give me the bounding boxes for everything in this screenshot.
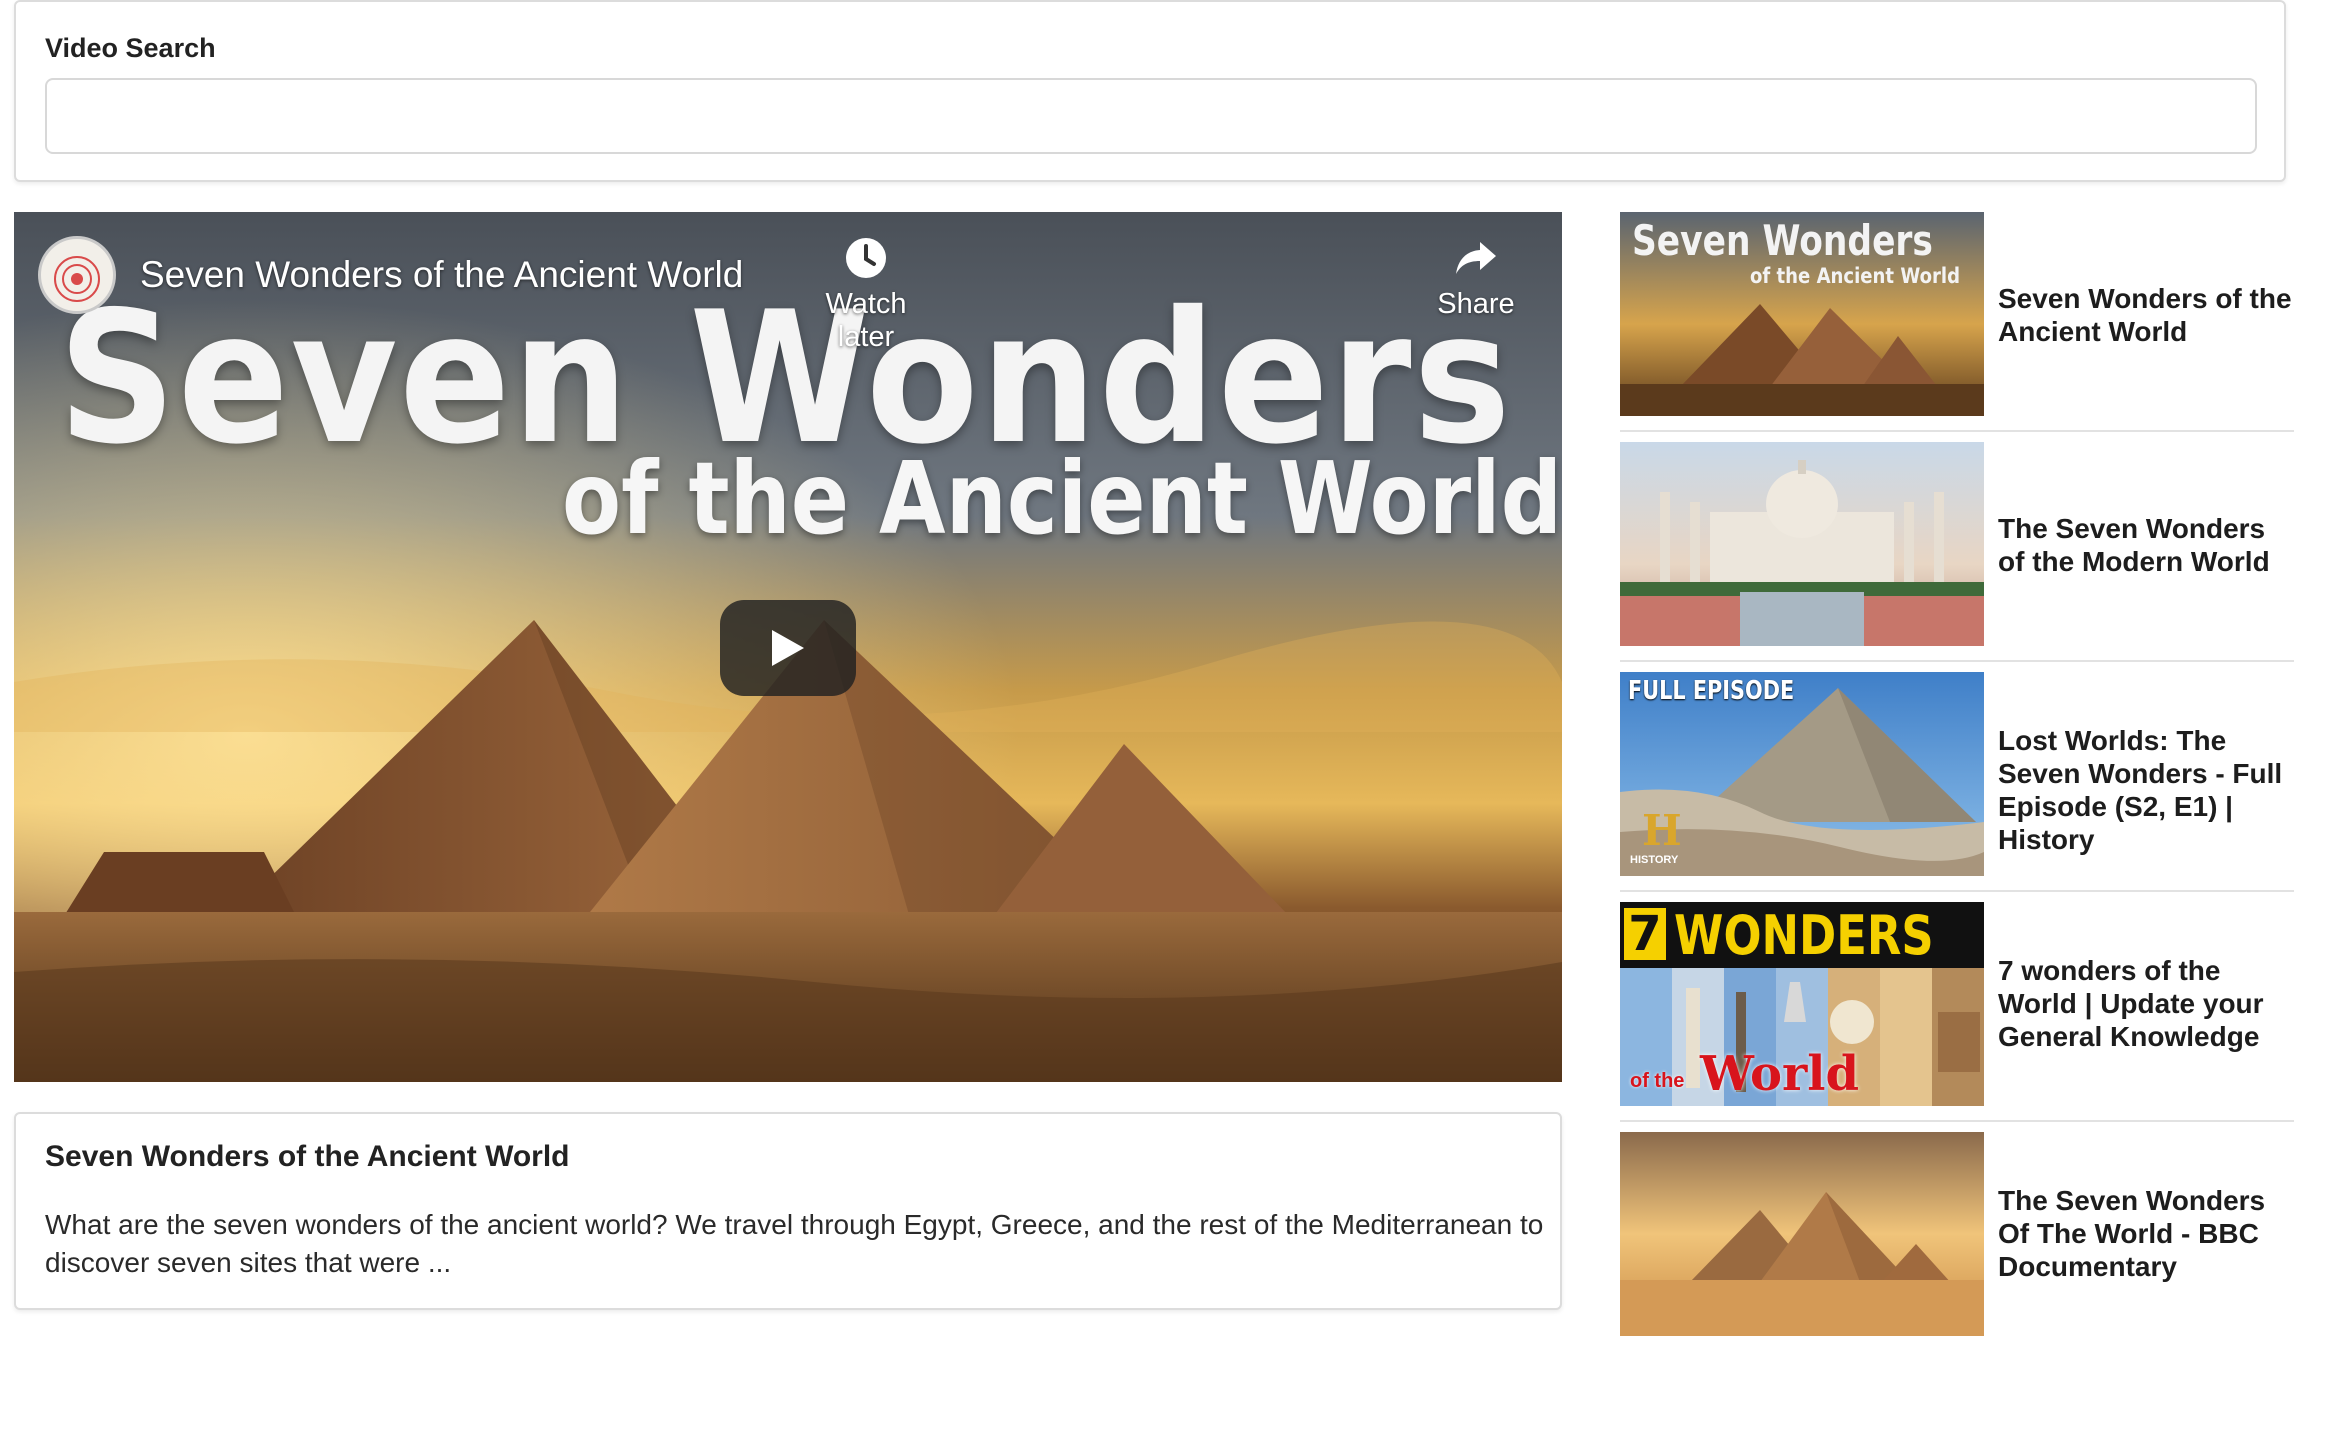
player-video-title[interactable]: Seven Wonders of the Ancient World: [140, 254, 743, 296]
share-arrow-icon: [1456, 242, 1496, 274]
play-button[interactable]: [720, 600, 856, 696]
history-logo: H: [1642, 806, 1682, 855]
video-list-item[interactable]: The Seven Wonders of the Modern World: [1620, 442, 2294, 672]
thumb-world-word: World: [1700, 1046, 1860, 1102]
pyramids-sunset-thumbnail-image: [1620, 1132, 1984, 1336]
divider: [1620, 430, 2294, 432]
thumb-of-the: of the: [1630, 1070, 1685, 1092]
share-label: Share: [1437, 288, 1515, 320]
video-list-item[interactable]: 7 WONDERS of the World 7 wonders of the …: [1620, 902, 2294, 1132]
video-list-item[interactable]: FULL EPISODE H HISTORY Lost Worlds: The …: [1620, 672, 2294, 902]
video-list-item-title[interactable]: 7 wonders of the World | Update your Gen…: [1998, 954, 2294, 1053]
thumb-wonders-word: WONDERS: [1674, 904, 1934, 967]
thumbnail-subheading: of the Ancient World: [562, 440, 1562, 557]
search-panel: Video Search: [14, 0, 2286, 182]
watch-later-button[interactable]: Watch later: [816, 236, 916, 354]
video-detail-title: Seven Wonders of the Ancient World: [45, 1140, 570, 1173]
channel-logo[interactable]: [38, 236, 116, 314]
target-icon: [54, 256, 100, 302]
video-detail-card: Seven Wonders of the Ancient World What …: [14, 1112, 1562, 1310]
watch-later-label: Watch later: [825, 288, 907, 353]
video-thumbnail[interactable]: [1620, 442, 1984, 646]
video-thumbnail[interactable]: FULL EPISODE H HISTORY: [1620, 672, 1984, 876]
divider: [1620, 890, 2294, 892]
thumb-heading: Seven Wonders: [1632, 216, 1933, 265]
share-button[interactable]: Share: [1426, 236, 1526, 321]
taj-mahal-thumbnail-image: [1620, 442, 1984, 646]
history-logo-text: HISTORY: [1630, 854, 1679, 866]
clock-icon: [846, 238, 886, 278]
thumb-subheading: of the Ancient World: [1750, 264, 1961, 288]
search-input[interactable]: [45, 78, 2257, 154]
video-list-item[interactable]: Seven Wonders of the Ancient World Seven…: [1620, 212, 2294, 442]
video-thumbnail[interactable]: 7 WONDERS of the World: [1620, 902, 1984, 1106]
video-detail-description: What are the seven wonders of the ancien…: [45, 1209, 1544, 1278]
search-label: Video Search: [45, 33, 216, 63]
full-episode-badge: FULL EPISODE: [1628, 676, 1795, 706]
video-list-item-title[interactable]: The Seven Wonders of the Modern World: [1998, 512, 2294, 578]
video-player[interactable]: Seven Wonders of the Ancient World Seven…: [14, 212, 1562, 1082]
video-thumbnail[interactable]: Seven Wonders of the Ancient World: [1620, 212, 1984, 416]
video-list-item-title[interactable]: The Seven Wonders Of The World - BBC Doc…: [1998, 1184, 2294, 1283]
divider: [1620, 660, 2294, 662]
video-list-item-title[interactable]: Lost Worlds: The Seven Wonders - Full Ep…: [1998, 724, 2294, 856]
video-list-item[interactable]: The Seven Wonders Of The World - BBC Doc…: [1620, 1132, 2294, 1362]
thumb-number: 7: [1624, 908, 1666, 960]
play-icon: [772, 630, 804, 666]
video-thumbnail[interactable]: [1620, 1132, 1984, 1336]
divider: [1620, 1120, 2294, 1122]
video-list-item-title[interactable]: Seven Wonders of the Ancient World: [1998, 282, 2294, 348]
